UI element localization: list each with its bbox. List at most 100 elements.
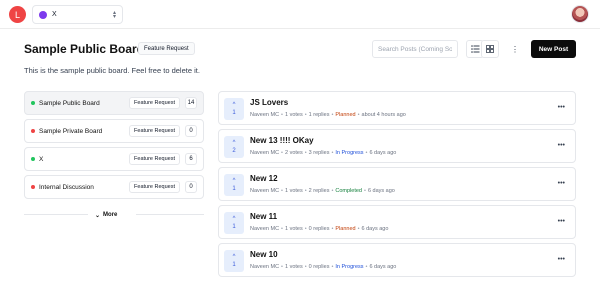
- separator: •: [304, 112, 307, 118]
- more-boards-button[interactable]: ⌄ More: [95, 210, 117, 220]
- sidebar-board-item[interactable]: Internal Discussion Feature Request 0: [24, 175, 204, 199]
- separator: •: [304, 226, 307, 232]
- project-name: X: [52, 11, 57, 18]
- chevron-up-icon: ^: [232, 101, 236, 108]
- post-replies: 0 replies: [308, 264, 330, 270]
- post-votes: 2 votes: [284, 150, 303, 156]
- more-horizontal-icon[interactable]: •••: [558, 218, 565, 225]
- post-card[interactable]: ^ 1 JS Lovers Naveen MC • 1 votes • 1 replies • P…: [218, 91, 576, 125]
- post-list: ^ 1 JS Lovers Naveen MC • 1 votes • 1 replies • P…: [218, 91, 576, 281]
- post-meta: Naveen MC • 1 votes • 1 replies • Planned • abou…: [250, 112, 406, 118]
- post-title[interactable]: New 13 !!!! OKay: [250, 136, 314, 145]
- upvote-button[interactable]: ^ 1: [224, 174, 244, 196]
- more-horizontal-icon[interactable]: •••: [558, 142, 565, 149]
- post-replies: 0 replies: [308, 226, 330, 232]
- separator: •: [281, 264, 283, 270]
- list-icon: [470, 45, 479, 53]
- status-dot: [31, 101, 35, 105]
- divider: [24, 214, 88, 215]
- search-input[interactable]: [372, 40, 458, 58]
- top-bar: L X ▴ ▾: [0, 0, 600, 29]
- more-horizontal-icon[interactable]: •••: [558, 180, 565, 187]
- upvote-button[interactable]: ^ 1: [224, 98, 244, 120]
- status-dot: [31, 157, 35, 161]
- status-dot: [31, 185, 35, 189]
- more-vertical-icon[interactable]: ⋮: [506, 40, 524, 58]
- status-dot: [31, 129, 35, 133]
- post-time: 6 days ago: [367, 188, 395, 194]
- post-status: Planned: [335, 226, 356, 232]
- upvote-button[interactable]: ^ 1: [224, 212, 244, 234]
- new-post-button[interactable]: New Post: [531, 40, 576, 58]
- post-time: 6 days ago: [361, 226, 389, 232]
- separator: •: [331, 188, 334, 194]
- chevron-up-icon: ^: [232, 139, 236, 146]
- board-description: This is the sample public board. Feel fr…: [24, 66, 200, 75]
- board-name: Internal Discussion: [39, 183, 94, 191]
- separator: •: [331, 226, 334, 232]
- divider: [136, 214, 204, 215]
- post-status: In Progress: [335, 264, 364, 270]
- upvote-button[interactable]: ^ 1: [224, 250, 244, 272]
- board-list: Sample Public Board Feature Request 14 Samp…: [24, 91, 204, 203]
- grid-view-button[interactable]: [481, 40, 499, 58]
- post-card[interactable]: ^ 1 New 10 Naveen MC • 1 votes • 0 replies • In P…: [218, 243, 576, 277]
- separator: •: [304, 188, 307, 194]
- post-author: Naveen MC: [250, 226, 280, 232]
- post-votes: 1 votes: [284, 188, 303, 194]
- post-status: Completed: [335, 188, 362, 194]
- sidebar-board-item[interactable]: X Feature Request 6: [24, 147, 204, 171]
- project-color-dot: [39, 10, 47, 19]
- separator: •: [281, 150, 283, 156]
- post-title[interactable]: New 10: [250, 250, 278, 259]
- post-meta: Naveen MC • 1 votes • 0 replies • In Progress •…: [250, 264, 396, 270]
- post-title[interactable]: New 12: [250, 174, 278, 183]
- project-selector[interactable]: X ▴ ▾: [32, 5, 123, 24]
- board-post-count: 0: [185, 125, 197, 137]
- chevron-down-icon: ⌄: [95, 212, 101, 219]
- more-horizontal-icon[interactable]: •••: [558, 104, 565, 111]
- separator: •: [304, 150, 307, 156]
- separator: •: [331, 150, 334, 156]
- separator: •: [281, 226, 283, 232]
- separator: •: [281, 188, 283, 194]
- post-author: Naveen MC: [250, 112, 280, 118]
- post-meta: Naveen MC • 1 votes • 0 replies • Planned • 6 da…: [250, 226, 388, 232]
- post-card[interactable]: ^ 1 New 11 Naveen MC • 1 votes • 0 replies • Plan…: [218, 205, 576, 239]
- post-title[interactable]: New 11: [250, 212, 277, 221]
- post-author: Naveen MC: [250, 264, 280, 270]
- vote-count: 1: [232, 261, 236, 268]
- vote-count: 1: [232, 185, 236, 192]
- post-author: Naveen MC: [250, 150, 280, 156]
- post-votes: 1 votes: [284, 112, 303, 118]
- vote-count: 1: [232, 109, 236, 116]
- board-name: Sample Private Board: [39, 127, 103, 135]
- board-name: Sample Public Board: [39, 99, 100, 107]
- user-avatar[interactable]: [571, 5, 589, 23]
- post-votes: 1 votes: [284, 264, 303, 270]
- org-logo[interactable]: L: [9, 6, 26, 23]
- separator: •: [365, 150, 368, 156]
- post-replies: 2 replies: [308, 188, 330, 194]
- board-post-count: 0: [185, 181, 197, 193]
- post-meta: Naveen MC • 2 votes • 3 replies • In Progress •…: [250, 150, 396, 156]
- separator: •: [357, 226, 360, 232]
- post-card[interactable]: ^ 1 New 12 Naveen MC • 1 votes • 2 replies • Comp…: [218, 167, 576, 201]
- post-time: 6 days ago: [369, 150, 397, 156]
- vote-count: 2: [232, 147, 236, 154]
- post-title[interactable]: JS Lovers: [250, 98, 288, 107]
- chevron-up-down-icon: ▴ ▾: [112, 9, 116, 20]
- post-time: 6 days ago: [369, 264, 397, 270]
- more-horizontal-icon[interactable]: •••: [558, 256, 565, 263]
- board-tag: Feature Request: [129, 125, 180, 137]
- sidebar-board-item[interactable]: Sample Public Board Feature Request 14: [24, 91, 204, 115]
- separator: •: [331, 112, 334, 118]
- separator: •: [281, 112, 283, 118]
- post-status: Planned: [335, 112, 356, 118]
- board-post-count: 14: [185, 97, 197, 109]
- separator: •: [357, 112, 360, 118]
- post-card[interactable]: ^ 2 New 13 !!!! OKay Naveen MC • 2 votes • 3 re…: [218, 129, 576, 163]
- sidebar-board-item[interactable]: Sample Private Board Feature Request 0: [24, 119, 204, 143]
- upvote-button[interactable]: ^ 2: [224, 136, 244, 158]
- separator: •: [304, 264, 307, 270]
